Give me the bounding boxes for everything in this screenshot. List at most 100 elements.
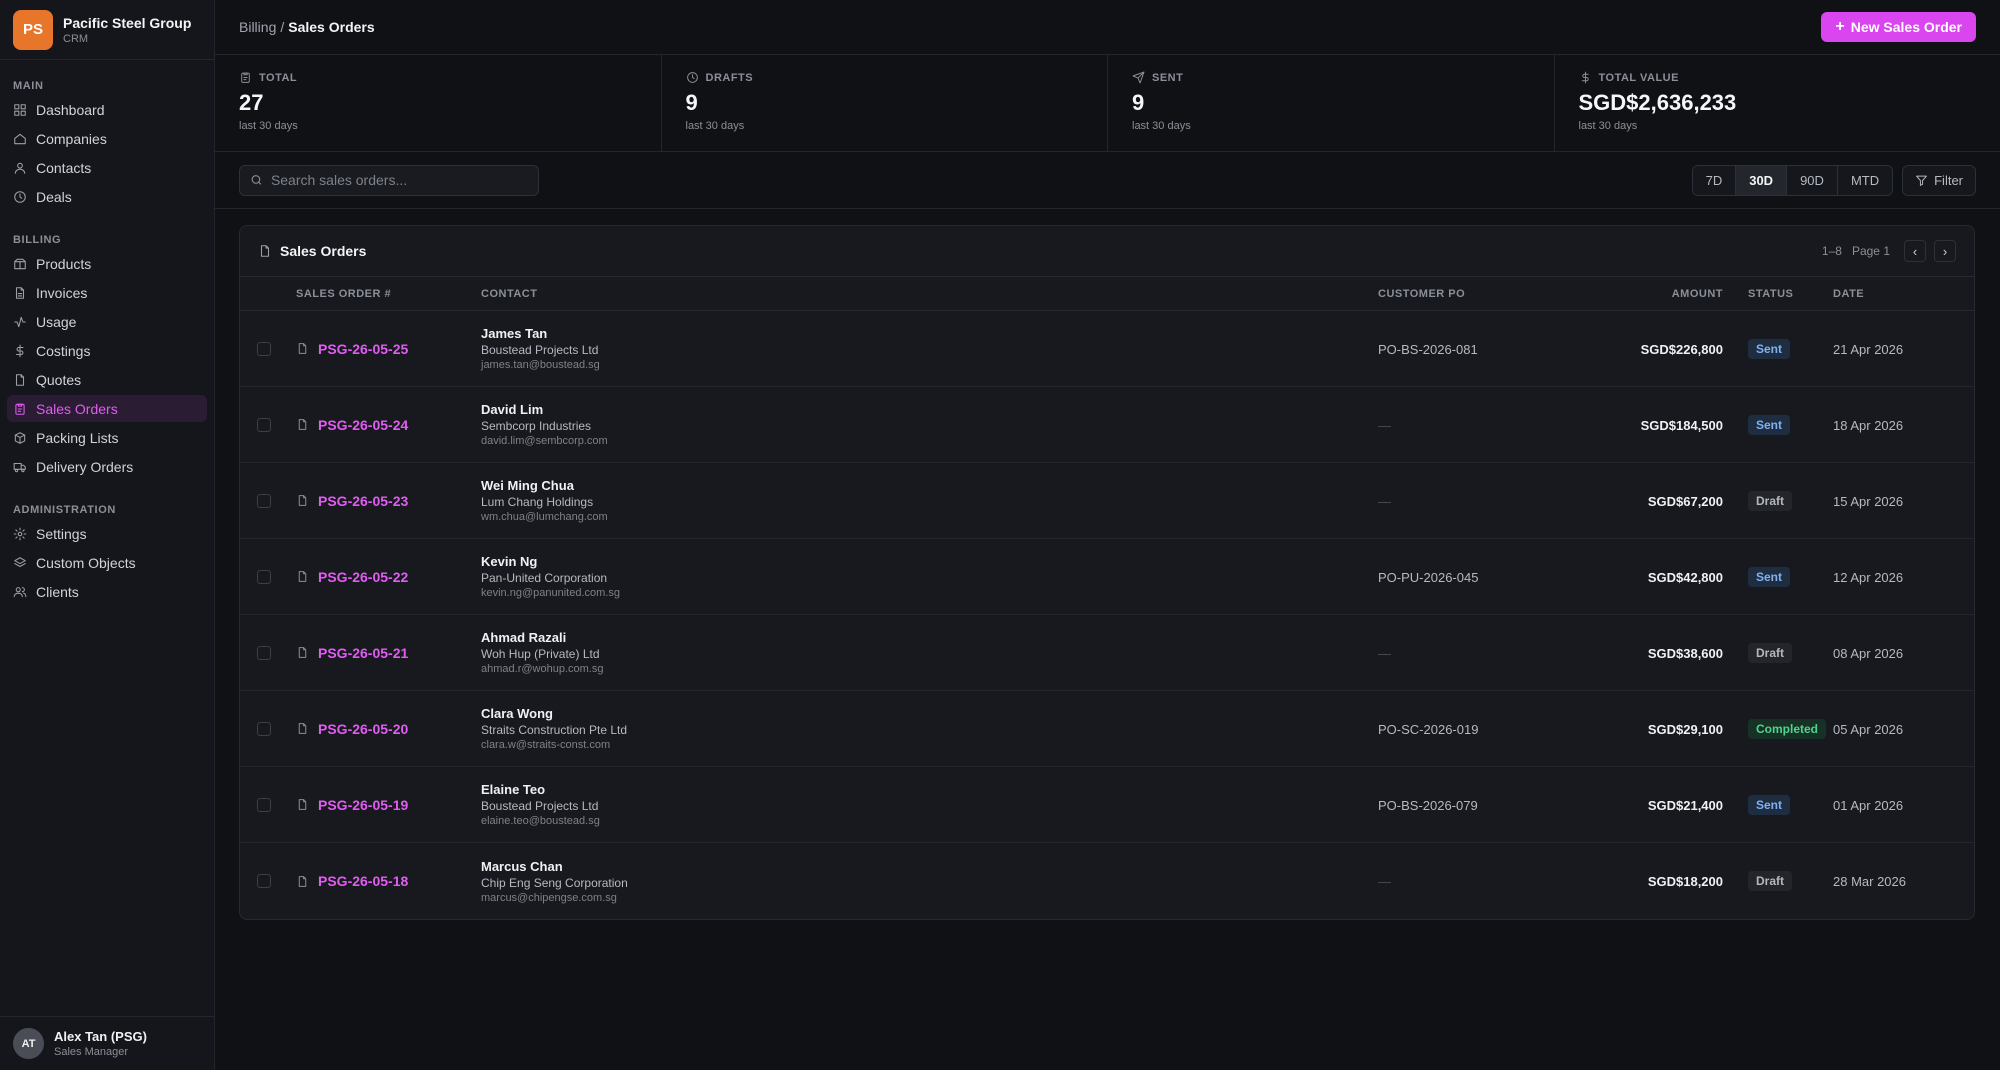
stat-period: last 30 days: [1578, 120, 1638, 132]
new-sales-order-label: New Sales Order: [1850, 19, 1962, 35]
user-name: Alex Tan (PSG): [54, 1029, 147, 1044]
table-row[interactable]: PSG-26-05-18 Marcus Chan Chip Eng Seng Cor…: [240, 843, 1974, 919]
row-checkbox[interactable]: [257, 417, 271, 432]
column-header-date[interactable]: DATE: [1833, 288, 1963, 300]
sidebar-item-products[interactable]: Products: [7, 250, 207, 277]
sales-orders-card: Sales Orders 1–8 Page 1 ‹ › SALES ORDER …: [239, 225, 1975, 920]
row-checkbox[interactable]: [257, 569, 271, 584]
nav-section-billing: BILLING Products Invoices Usage Costings Quot…: [0, 224, 214, 480]
sidebar-item-companies[interactable]: Companies: [7, 125, 207, 152]
brand[interactable]: PS Pacific Steel Group CRM: [0, 0, 214, 60]
sidebar-item-quotes[interactable]: Quotes: [7, 366, 207, 393]
order-link[interactable]: PSG-26-05-21: [296, 645, 481, 661]
sidebar-item-packing-lists[interactable]: Packing Lists: [7, 424, 207, 451]
sidebar-item-dashboard[interactable]: Dashboard: [7, 96, 207, 123]
breadcrumb-parent[interactable]: Billing: [239, 19, 276, 35]
order-date: 12 Apr 2026: [1833, 569, 1904, 585]
table-row[interactable]: PSG-26-05-19 Elaine Teo Boustead Projects …: [240, 767, 1974, 843]
nav-section-main: MAIN Dashboard Companies Contacts Deals: [0, 70, 214, 210]
row-checkbox[interactable]: [257, 721, 271, 736]
new-sales-order-button[interactable]: + New Sales Order: [1821, 12, 1976, 42]
sidebar-item-sales-orders[interactable]: Sales Orders: [7, 395, 207, 422]
sidebar-item-delivery-orders[interactable]: Delivery Orders: [7, 453, 207, 480]
order-link[interactable]: PSG-26-05-24: [296, 417, 481, 433]
filter-icon: [1916, 175, 1927, 186]
sidebar-item-invoices[interactable]: Invoices: [7, 279, 207, 306]
user-profile[interactable]: AT Alex Tan (PSG) Sales Manager: [0, 1016, 214, 1070]
sidebar-item-settings[interactable]: Settings: [7, 520, 207, 547]
document-icon: [298, 495, 307, 506]
po-cell: PO-SC-2026-019: [1378, 721, 1578, 737]
toolbar-controls: 7D 30D 90D MTD Filter: [1691, 164, 1976, 196]
prev-page-button[interactable]: ‹: [1904, 240, 1926, 262]
stat-period: last 30 days: [685, 120, 745, 132]
order-link[interactable]: PSG-26-05-20: [296, 721, 481, 737]
clipboard-icon: [241, 72, 250, 83]
order-link[interactable]: PSG-26-05-19: [296, 797, 481, 813]
table-row[interactable]: PSG-26-05-21 Ahmad Razali Woh Hup (Private…: [240, 615, 1974, 691]
stat-value: 9: [1132, 90, 1145, 115]
row-checkbox[interactable]: [257, 874, 271, 888]
order-link[interactable]: PSG-26-05-22: [296, 569, 481, 585]
range-30d-button[interactable]: 30D: [1736, 165, 1788, 195]
amount-cell: SGD$18,200: [1578, 873, 1723, 889]
row-checkbox[interactable]: [257, 493, 271, 508]
order-cell: PSG-26-05-23: [296, 493, 481, 509]
amount-cell: SGD$226,800: [1578, 341, 1723, 357]
sidebar-item-deals[interactable]: Deals: [7, 183, 207, 210]
column-header-contact[interactable]: CONTACT: [481, 288, 1378, 300]
sidebar-item-contacts[interactable]: Contacts: [7, 154, 207, 181]
filter-button[interactable]: Filter: [1902, 164, 1976, 196]
sidebar-item-usage[interactable]: Usage: [7, 308, 207, 335]
row-checkbox[interactable]: [257, 797, 271, 812]
table-row[interactable]: PSG-26-05-25 James Tan Boustead Projects L…: [240, 311, 1974, 387]
range-90d-button[interactable]: 90D: [1787, 165, 1838, 195]
document-icon: [298, 875, 307, 887]
stat-label-text: TOTAL VALUE: [1598, 71, 1679, 84]
search-box[interactable]: [239, 164, 539, 196]
order-link[interactable]: PSG-26-05-18: [296, 873, 481, 889]
table-header: SALES ORDER # CONTACT CUSTOMER PO AMOUNT…: [240, 277, 1974, 311]
sidebar-item-custom-objects[interactable]: Custom Objects: [7, 549, 207, 576]
contact-name: James Tan: [481, 326, 548, 341]
filter-label: Filter: [1934, 172, 1963, 188]
table-row[interactable]: PSG-26-05-24 David Lim Sembcorp Industries…: [240, 387, 1974, 463]
order-link[interactable]: PSG-26-05-25: [296, 341, 481, 357]
status-cell: Sent: [1723, 794, 1833, 815]
sidebar-item-costings[interactable]: Costings: [7, 337, 207, 364]
po-cell: PO-BS-2026-079: [1378, 797, 1578, 813]
brand-logo: PS: [13, 9, 53, 50]
row-checkbox[interactable]: [257, 341, 271, 356]
table-row[interactable]: PSG-26-05-23 Wei Ming Chua Lum Chang Holdi…: [240, 463, 1974, 539]
row-checkbox[interactable]: [257, 645, 271, 660]
column-header-amount[interactable]: AMOUNT: [1578, 288, 1723, 300]
status-badge: Draft: [1748, 642, 1793, 663]
next-page-button[interactable]: ›: [1934, 240, 1956, 262]
table-row[interactable]: PSG-26-05-22 Kevin Ng Pan-United Corporati…: [240, 539, 1974, 615]
layers-icon: [14, 556, 26, 567]
column-header-status[interactable]: STATUS: [1723, 288, 1833, 300]
order-link[interactable]: PSG-26-05-23: [296, 493, 481, 509]
order-date: 15 Apr 2026: [1833, 493, 1904, 509]
row-checkbox-cell: [240, 341, 296, 356]
search-input[interactable]: [270, 172, 528, 188]
stat-label: DRAFTS: [686, 71, 1084, 84]
column-header-po[interactable]: CUSTOMER PO: [1378, 288, 1578, 300]
sidebar-item-clients[interactable]: Clients: [7, 578, 207, 605]
stat-label-text: SENT: [1152, 71, 1184, 84]
status-cell: Draft: [1723, 490, 1833, 511]
stat-period: last 30 days: [239, 120, 298, 132]
stats-bar: TOTAL 27 last 30 days DRAFTS 9 last 30 days SE…: [215, 55, 2000, 152]
table-row[interactable]: PSG-26-05-20 Clara Wong Straits Constructi…: [240, 691, 1974, 767]
range-7d-button[interactable]: 7D: [1692, 165, 1737, 195]
pagination-range: 1–8: [1821, 244, 1842, 258]
row-checkbox-cell: [240, 721, 296, 736]
order-number: PSG-26-05-20: [318, 720, 409, 737]
range-mtd-button[interactable]: MTD: [1837, 165, 1893, 195]
clock-icon: [14, 190, 26, 203]
sidebar-item-label: Costings: [36, 342, 91, 359]
po-cell: —: [1378, 417, 1578, 433]
column-header-order[interactable]: SALES ORDER #: [296, 288, 481, 300]
contact-company: Lum Chang Holdings: [481, 495, 594, 509]
stat-total-value: TOTAL VALUE SGD$2,636,233 last 30 days: [1555, 55, 2000, 151]
